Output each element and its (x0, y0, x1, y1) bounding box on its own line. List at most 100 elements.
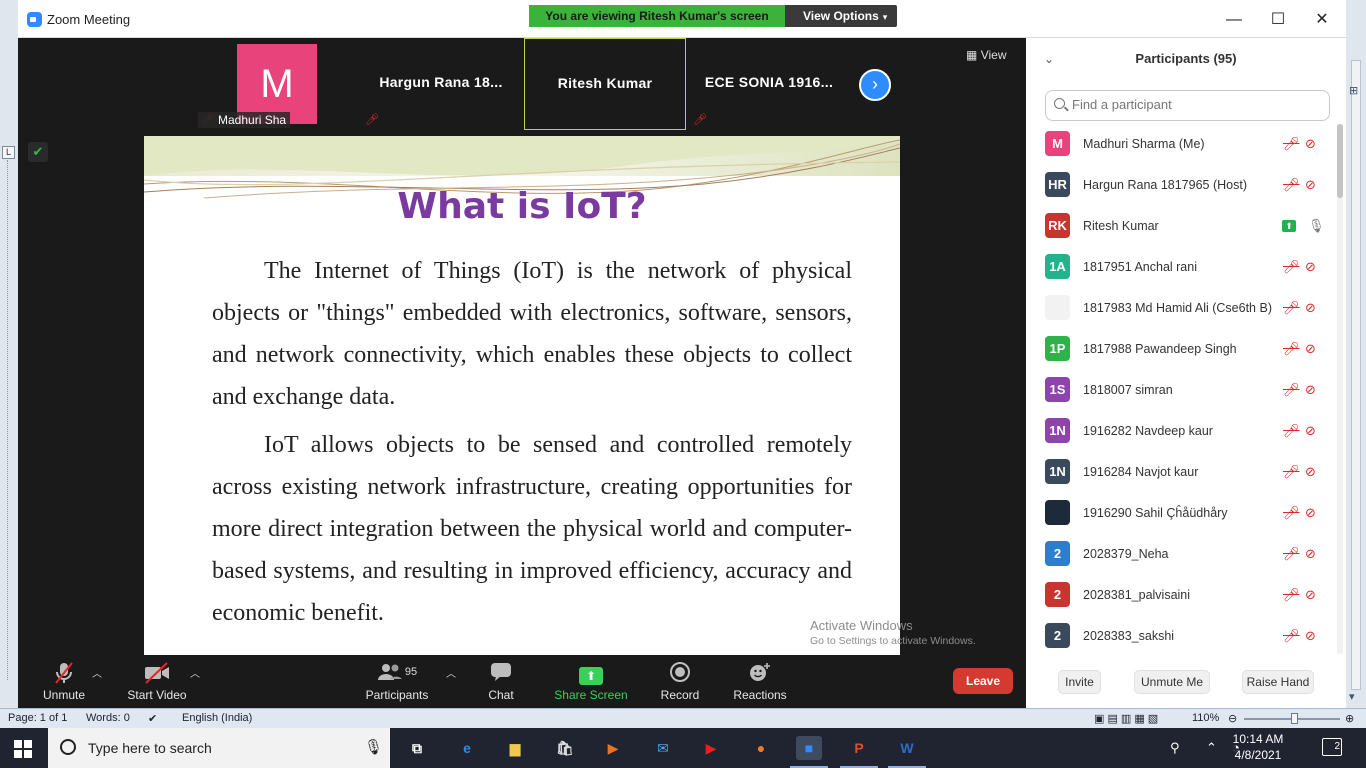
taskbar-search-box[interactable]: Type here to search 🎙︎ (48, 728, 390, 768)
reactions-smiley-icon (732, 661, 788, 687)
maximize-icon[interactable]: ☐ (1268, 10, 1288, 30)
notification-center-icon[interactable]: 2 (1322, 738, 1342, 756)
thumbnail-hargun[interactable]: Hargun Rana 18... 🎤︎ (360, 38, 522, 130)
participants-caret-icon[interactable]: ︿ (446, 665, 456, 680)
zoom-slider-thumb[interactable] (1291, 713, 1298, 724)
zoom-app-icon[interactable]: ■ (790, 736, 828, 768)
participant-row[interactable]: 1A 1817951 Anchal rani 🎤︎ ⊘ (1026, 247, 1336, 288)
mic-muted-icon: 🎤︎ (1283, 136, 1300, 151)
share-screen-button[interactable]: ⬆ Share Screen (554, 661, 628, 702)
raise-hand-button[interactable]: Raise Hand (1242, 670, 1314, 694)
participant-name: ECE SONIA 1916... (704, 74, 834, 90)
scroll-thumb[interactable] (1337, 124, 1343, 198)
chat-button[interactable]: Chat (484, 661, 518, 702)
video-off-icon: ⊘ (1305, 587, 1316, 602)
video-options-caret-icon[interactable]: ︿ (190, 665, 200, 680)
view-layout-icons[interactable]: ▣ ▤ ▥ ▦ ▧ (1094, 712, 1158, 725)
participant-avatar: 2 (1045, 582, 1070, 607)
video-off-icon: ⊘ (1305, 505, 1316, 520)
participant-avatar (1045, 295, 1070, 320)
firefox-icon[interactable]: ● (748, 736, 774, 760)
audio-options-caret-icon[interactable]: ︿ (92, 665, 102, 680)
page-count[interactable]: Page: 1 of 1 (8, 712, 67, 724)
powerpoint-icon[interactable]: P (840, 736, 878, 768)
edge-browser-icon[interactable]: e (454, 736, 480, 760)
view-button[interactable]: ▦ View (966, 48, 1006, 62)
mic-muted-icon: 🎤︎ (1283, 546, 1300, 561)
participants-button[interactable]: 95 Participants (364, 661, 430, 702)
file-explorer-icon[interactable]: ▆ (502, 736, 528, 760)
record-label: Record (660, 688, 700, 702)
participant-list-scrollbar[interactable] (1337, 124, 1343, 654)
participant-row[interactable]: RK Ritesh Kumar ⬆ 🎙︎ (1026, 206, 1336, 247)
word-view-button[interactable]: L (2, 146, 15, 159)
participant-row[interactable]: 1N 1916282 Navdeep kaur 🎤︎ ⊘ (1026, 411, 1336, 452)
participant-search[interactable] (1045, 90, 1330, 121)
store-icon[interactable]: 🛍︎ (552, 736, 578, 760)
record-button[interactable]: Record (659, 661, 701, 702)
shared-slide: What is IoT? The Internet of Things (IoT… (144, 136, 900, 655)
leave-button[interactable]: Leave (953, 668, 1013, 694)
mic-muted-icon: 🎤︎ (1283, 177, 1300, 192)
search-input[interactable] (1072, 97, 1312, 112)
participant-row[interactable]: 1N 1916284 Navjot kaur 🎤︎ ⊘ (1026, 452, 1336, 493)
thumbnail-sonia[interactable]: ECE SONIA 1916... 🎤︎ (688, 38, 850, 130)
share-screen-icon: ⬆ (554, 661, 628, 687)
system-clock[interactable]: 10:14 AM 4/8/2021 (1220, 731, 1296, 763)
participant-name: Madhuri Sharma (Me) (1083, 137, 1205, 151)
encryption-shield-icon[interactable]: ✔ (28, 142, 48, 162)
reactions-label: Reactions (733, 688, 787, 702)
mic-muted-icon: 🎤︎ (365, 114, 379, 126)
zoom-out-icon[interactable]: ⊖ (1228, 712, 1237, 725)
mail-icon[interactable]: ✉ (650, 736, 676, 760)
zoom-in-icon[interactable]: ⊕ (1345, 712, 1354, 725)
people-icon[interactable]: ⚲ (1170, 740, 1180, 756)
view-options-button[interactable]: View Options ▾ (785, 5, 887, 27)
participant-avatar: M (1045, 131, 1070, 156)
unmute-button[interactable]: Unmute (40, 661, 88, 702)
close-icon[interactable]: ✕ (1312, 10, 1332, 30)
microphone-icon[interactable]: 🎙︎ (364, 738, 383, 756)
participant-row[interactable]: HR Hargun Rana 1817965 (Host) 🎤︎ ⊘ (1026, 165, 1336, 206)
start-video-button[interactable]: Start Video (124, 661, 190, 702)
participant-name: 1916284 Navjot kaur (1083, 465, 1199, 479)
viewing-banner: You are viewing Ritesh Kumar's screen Vi… (529, 5, 897, 27)
participant-row[interactable]: 2 2028383_sakshi 🎤︎ ⊘ (1026, 616, 1336, 654)
next-page-arrow-icon[interactable]: › (859, 69, 891, 101)
participant-row[interactable]: 1P 1817988 Pawandeep Singh 🎤︎ ⊘ (1026, 329, 1336, 370)
record-icon (659, 661, 701, 687)
scroll-down-icon[interactable]: ▾ (1349, 690, 1355, 703)
participant-row[interactable]: 2 2028379_Neha 🎤︎ ⊘ (1026, 534, 1336, 575)
minimize-icon[interactable]: — (1224, 10, 1244, 30)
ruler-icon: ⊞ (1349, 85, 1359, 97)
video-off-icon: ⊘ (1305, 341, 1316, 356)
zoom-level[interactable]: 110% (1192, 712, 1219, 724)
invite-button[interactable]: Invite (1058, 670, 1101, 694)
participant-row[interactable]: M Madhuri Sharma (Me) 🎤︎ ⊘ (1026, 124, 1336, 165)
participant-row[interactable]: 1817983 Md Hamid Ali (Cse6th B) 🎤︎ ⊘ (1026, 288, 1336, 329)
video-off-icon (124, 661, 190, 687)
word-count[interactable]: Words: 0 (86, 712, 130, 724)
thumbnail-ritesh[interactable]: Ritesh Kumar (524, 38, 686, 130)
participant-avatar: HR (1045, 172, 1070, 197)
clock-time: 10:14 AM (1232, 732, 1284, 746)
word-scrollbar[interactable] (1351, 60, 1361, 690)
thumbnail-madhuri[interactable]: M 🎤︎ Madhuri Sha (196, 38, 358, 130)
participant-name: 2028381_palvisaini (1083, 588, 1191, 602)
word-icon[interactable]: W (888, 736, 926, 768)
participant-row[interactable]: 1916290 Sahil Çĥåüdhåry 🎤︎ ⊘ (1026, 493, 1336, 534)
window-title: Zoom Meeting (47, 12, 131, 27)
reactions-button[interactable]: Reactions (732, 661, 788, 702)
participant-row[interactable]: 1S 1818007 simran 🎤︎ ⊘ (1026, 370, 1336, 411)
windows-start-icon[interactable] (14, 740, 32, 758)
task-view-icon[interactable]: ⧉ (404, 736, 430, 760)
participant-row[interactable]: 2 2028381_palvisaini 🎤︎ ⊘ (1026, 575, 1336, 616)
proofing-icon[interactable]: ✔ (148, 712, 157, 725)
unmute-me-button[interactable]: Unmute Me (1134, 670, 1210, 694)
media-player-icon[interactable]: ▶ (600, 736, 626, 760)
language-indicator[interactable]: English (India) (182, 712, 252, 724)
youtube-icon[interactable]: ▶ (698, 736, 724, 760)
mic-muted-icon: 🎤︎ (1283, 464, 1300, 479)
show-hidden-icons-chevron-icon[interactable]: ⌃ (1206, 740, 1217, 756)
word-left-edge: L (0, 0, 18, 708)
